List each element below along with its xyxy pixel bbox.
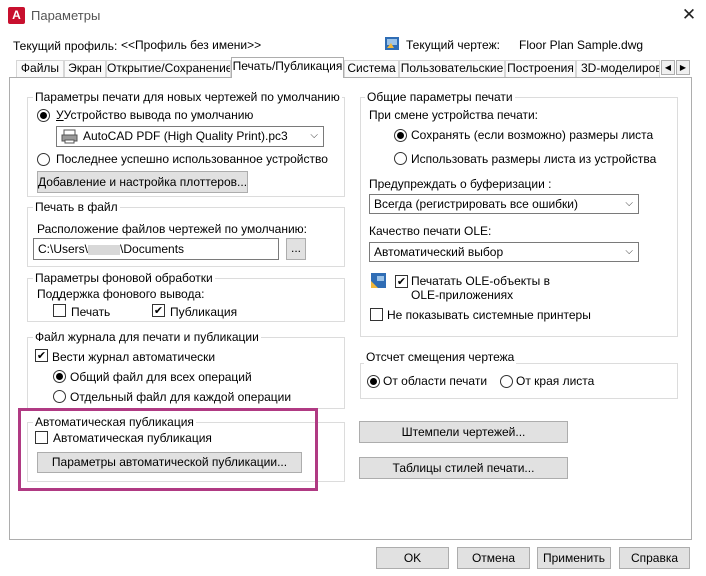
general-options-group-title: Общие параметры печати [365,90,515,104]
background-publish-label: Публикация [170,305,238,319]
output-device-select[interactable]: AutoCAD PDF (High Quality Print).pc3 ⌵ [56,126,324,147]
tab-files[interactable]: Файлы [16,60,64,77]
tab-scroll-left-button[interactable]: ◀ [661,60,675,75]
default-print-group-title: Параметры печати для новых чертежей по у… [33,90,342,104]
output-device-value: AutoCAD PDF (High Quality Print).pc3 [83,129,288,143]
apply-button[interactable]: Применить [537,547,611,569]
spool-alert-value: Всегда (регистрировать все ошибки) [374,197,578,211]
auto-log-label: Вести журнал автоматически [52,350,216,364]
hide-system-printers-checkbox[interactable] [370,308,383,321]
log-group-title: Файл журнала для печати и публикации [33,330,261,344]
common-log-file-label: Общий файл для всех операций [70,370,252,384]
close-icon[interactable]: ✕ [676,4,702,26]
path-prefix: C:\Users\ [38,242,89,256]
chevron-down-icon: ⌵ [625,198,633,209]
ok-button[interactable]: OK [376,547,449,569]
last-used-device-label: Последнее успешно использованное устройс… [56,152,328,166]
plotter-icon [61,129,78,144]
print-to-file-group-title: Печать в файл [33,200,120,214]
spool-alert-select[interactable]: Всегда (регистрировать все ошибки) ⌵ [369,194,639,214]
autocad-app-icon: A [8,7,25,24]
offset-printable-area-label: От области печати [383,374,488,388]
device-change-label: При смене устройства печати: [369,108,539,122]
offset-paper-edge-radio[interactable] [500,375,513,388]
chevron-down-icon: ⌵ [625,246,633,257]
plot-offset-group-title: Отсчет смещения чертежа [364,350,517,364]
current-profile-label: Текущий профиль: [13,39,118,53]
default-device-label: УУстройство вывода по умолчанию [56,108,254,122]
spool-alert-label: Предупреждать о буферизации : [369,177,552,191]
ole-print-label-line2: OLE-приложениях [411,288,514,302]
default-device-radio[interactable] [37,109,50,122]
ole-quality-label: Качество печати OLE: [369,224,492,238]
redacted-username [88,244,121,255]
tab-system[interactable]: Система [344,60,399,77]
common-log-file-radio[interactable] [53,370,66,383]
background-print-label: Печать [71,305,111,319]
ole-quality-value: Автоматический выбор [374,245,504,259]
background-support-label: Поддержка фонового вывода: [37,287,205,301]
hide-system-printers-label: Не показывать системные принтеры [387,308,591,322]
autopublish-checkbox[interactable] [35,431,48,444]
tab-user-preferences[interactable]: Пользовательские [399,60,505,77]
title-bar [0,0,706,31]
keep-sizes-radio[interactable] [394,129,407,142]
offset-paper-edge-label: От края листа [516,374,595,388]
add-plotters-button[interactable]: Добавление и настройка плоттеров... [37,171,248,193]
auto-log-checkbox[interactable]: ✔ [35,349,48,362]
tab-open-save[interactable]: Открытие/Сохранение [106,60,231,77]
ole-print-checkbox[interactable]: ✔ [395,275,408,288]
last-used-device-radio[interactable] [37,153,50,166]
background-print-checkbox[interactable] [53,304,66,317]
use-device-sizes-radio[interactable] [394,152,407,165]
ole-print-label-line1: Печатать OLE-объекты в [411,274,550,288]
default-location-label: Расположение файлов чертежей по умолчани… [37,222,308,236]
background-publish-checkbox[interactable]: ✔ [152,304,165,317]
tab-scroll-right-button[interactable]: ▶ [676,60,690,75]
default-location-input[interactable]: C:\Users\ \Documents [33,238,279,260]
browse-button[interactable]: ... [286,238,306,260]
current-drawing-label: Текущий чертеж: [406,38,500,52]
drawing-icon [384,36,400,51]
separate-log-file-label: Отдельный файл для каждой операции [70,390,292,404]
ole-object-icon [371,273,386,288]
offset-printable-area-radio[interactable] [367,375,380,388]
tab-3d-modeling[interactable]: 3D-моделирова [576,60,660,77]
ole-quality-select[interactable]: Автоматический выбор ⌵ [369,242,639,262]
help-button[interactable]: Справка [619,547,690,569]
cancel-button[interactable]: Отмена [457,547,530,569]
autopublish-label: Автоматическая публикация [53,431,212,445]
plot-style-tables-button[interactable]: Таблицы стилей печати... [359,457,568,479]
autopublish-settings-button[interactable]: Параметры автоматической публикации... [37,452,302,473]
separate-log-file-radio[interactable] [53,390,66,403]
window-title: Параметры [31,8,101,23]
use-device-sizes-label: Использовать размеры листа из устройства [411,152,657,166]
path-suffix: \Documents [120,242,185,256]
plot-stamp-button[interactable]: Штемпели чертежей... [359,421,568,443]
tab-drafting[interactable]: Построения [505,60,576,77]
keep-sizes-label: Сохранять (если возможно) размеры листа [411,128,654,142]
tab-plot-publish[interactable]: Печать/Публикация [231,57,344,78]
background-group-title: Параметры фоновой обработки [33,271,215,285]
current-drawing-value: Floor Plan Sample.dwg [519,38,644,52]
chevron-down-icon: ⌵ [310,130,318,141]
tab-display[interactable]: Экран [64,60,106,77]
current-profile-value: <<Профиль без имени>> [121,38,262,52]
autopublish-group-title: Автоматическая публикация [33,415,196,429]
